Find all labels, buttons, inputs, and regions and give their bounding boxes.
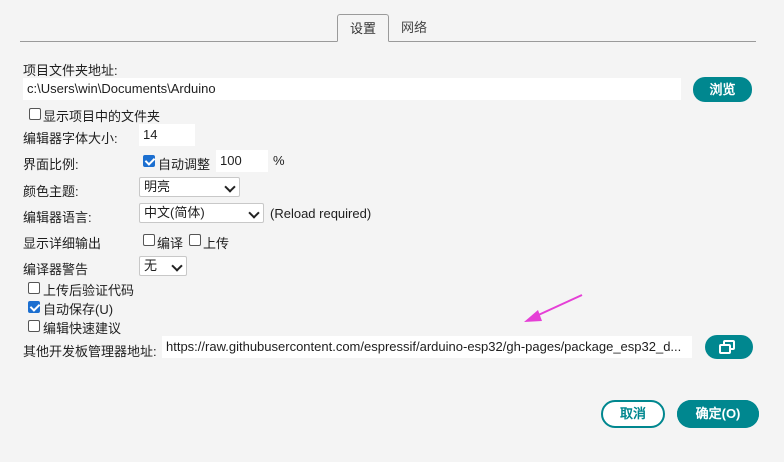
scale-input[interactable]: 100 (216, 150, 268, 172)
open-window-icon (719, 340, 735, 354)
verbose-upload-checkbox[interactable] (189, 234, 201, 246)
ok-button[interactable]: 确定(O) (677, 400, 759, 428)
scale-unit: % (273, 153, 285, 168)
tab-settings[interactable]: 设置 (337, 14, 389, 42)
verify-upload-label: 上传后验证代码 (43, 283, 135, 298)
theme-value: 明亮 (144, 179, 171, 194)
verbose-compile-checkbox[interactable] (143, 234, 155, 246)
font-size-label: 编辑器字体大小: (23, 131, 118, 146)
language-label: 编辑器语言: (23, 210, 92, 225)
browse-button[interactable]: 浏览 (693, 77, 752, 102)
sketchbook-label: 项目文件夹地址: (23, 63, 118, 78)
autosave-label: 自动保存(U) (43, 302, 114, 317)
auto-scale-label: 自动调整 (158, 157, 211, 172)
show-files-checkbox[interactable] (29, 108, 41, 120)
verbose-label: 显示详细输出 (23, 236, 102, 251)
sketchbook-path-input[interactable]: c:\Users\win\Documents\Arduino (23, 78, 681, 100)
warnings-select[interactable]: 无 (139, 256, 187, 276)
verbose-upload-label: 上传 (203, 236, 230, 251)
board-urls-input[interactable]: https://raw.githubusercontent.com/espres… (162, 336, 692, 358)
reload-note: (Reload required) (270, 206, 372, 221)
warnings-value: 无 (144, 258, 158, 273)
annotation-arrow-icon (524, 294, 583, 322)
chevron-down-icon (224, 181, 236, 193)
edit-urls-button[interactable] (705, 335, 753, 359)
verify-upload-checkbox[interactable] (28, 282, 40, 294)
verbose-compile-label: 编译 (157, 236, 184, 251)
warnings-label: 编译器警告 (23, 262, 89, 277)
chevron-down-icon (248, 207, 260, 219)
chevron-down-icon (171, 260, 183, 272)
tab-network[interactable]: 网络 (394, 14, 434, 41)
language-value: 中文(简体) (144, 205, 205, 220)
auto-scale-checkbox[interactable] (143, 155, 155, 167)
cancel-button[interactable]: 取消 (601, 400, 665, 428)
quick-suggestions-checkbox[interactable] (28, 320, 40, 332)
language-select[interactable]: 中文(简体) (139, 203, 264, 223)
font-size-input[interactable]: 14 (139, 124, 195, 146)
quick-suggestions-label: 编辑快速建议 (43, 321, 122, 336)
autosave-checkbox[interactable] (28, 301, 40, 313)
theme-label: 颜色主题: (23, 184, 79, 199)
show-files-label: 显示项目中的文件夹 (43, 109, 161, 124)
board-urls-label: 其他开发板管理器地址: (23, 344, 157, 359)
theme-select[interactable]: 明亮 (139, 177, 240, 197)
scale-label: 界面比例: (23, 157, 79, 172)
